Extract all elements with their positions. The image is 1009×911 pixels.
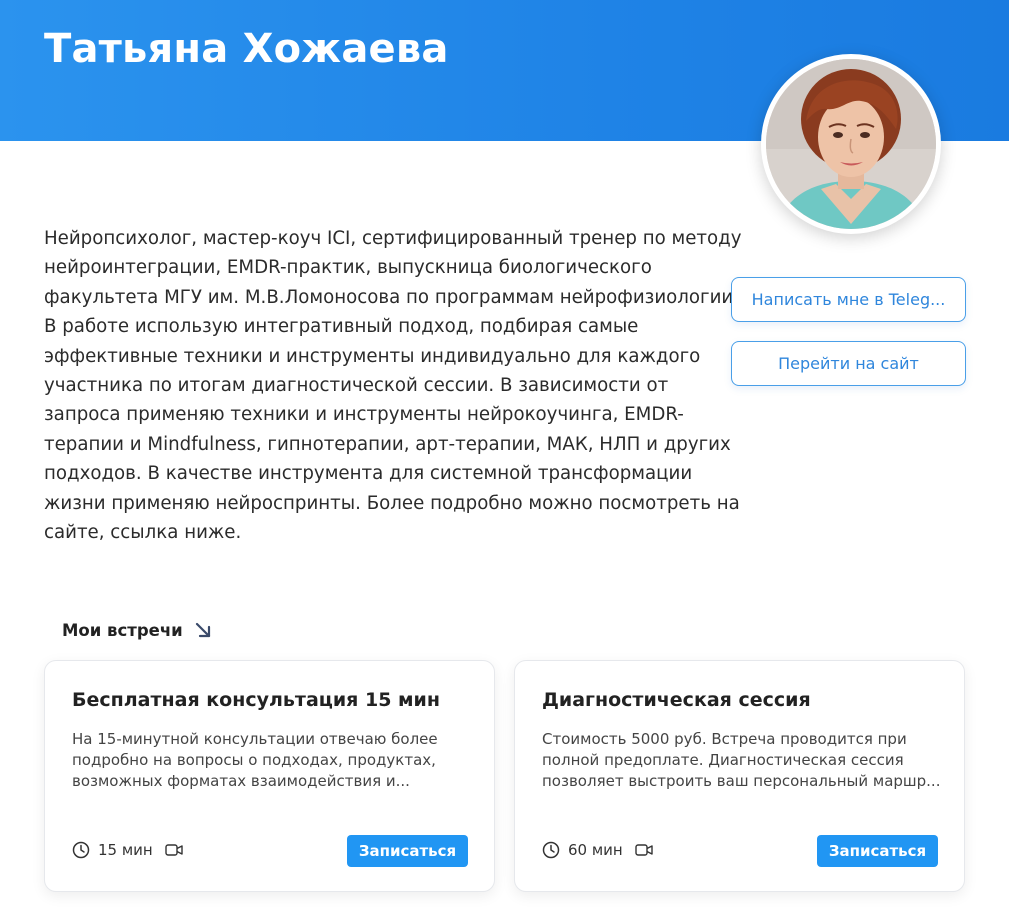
meeting-description-line: позволяет выстроить ваш персональный мар…	[542, 772, 941, 790]
meeting-card[interactable]: Бесплатная консультация 15 мин На 15-мин…	[44, 660, 495, 892]
meetings-title: Мои встречи	[62, 620, 183, 640]
clock-icon	[72, 841, 90, 859]
meeting-description: На 15-минутной консультации отвечаю боле…	[72, 729, 472, 792]
video-camera-icon	[165, 843, 183, 857]
bio-text: Нейропсихолог, мастер-коуч ICI, сертифиц…	[44, 224, 742, 547]
bio-line: факультета МГУ им. М.В.Ломоносова по про…	[44, 286, 740, 308]
bio-line: подходов. В качестве инструмента для сис…	[44, 463, 693, 485]
meeting-description-line: подробно на вопросы о подходах, продукта…	[72, 751, 436, 769]
page-title: Татьяна Хожаева	[44, 26, 449, 72]
bio-line: жизни применяю нейроспринты. Более подро…	[44, 492, 740, 514]
bio-line: эффективные техники и инструменты индиви…	[44, 345, 701, 367]
meeting-description-line: возможных форматах взаимодействия и...	[72, 772, 410, 790]
book-button[interactable]: Записаться	[347, 835, 468, 867]
bio-line: Нейропсихолог, мастер-коуч ICI, сертифиц…	[44, 228, 742, 249]
meeting-title: Бесплатная консультация 15 мин	[72, 689, 440, 711]
meetings-heading: Мои встречи	[62, 620, 213, 640]
meeting-description: Стоимость 5000 руб. Встреча проводится п…	[542, 729, 942, 792]
book-button[interactable]: Записаться	[817, 835, 938, 867]
video-camera-icon	[635, 843, 653, 857]
meeting-meta: 15 мин	[72, 841, 183, 859]
meeting-duration: 60 мин	[568, 841, 623, 859]
arrow-down-right-icon	[193, 620, 213, 640]
bio-line: участника по итогам диагностической сесс…	[44, 375, 669, 397]
bio-line: запроса применяю техники и инструменты н…	[44, 404, 684, 426]
meeting-meta: 60 мин	[542, 841, 653, 859]
clock-icon	[542, 841, 560, 859]
telegram-button[interactable]: Написать мне в Teleg...	[731, 277, 966, 322]
meeting-description-line: На 15-минутной консультации отвечаю боле…	[72, 730, 438, 748]
bio-line: нейроинтеграции, EMDR-практик, выпускниц…	[44, 257, 652, 279]
bio-line: сайте, ссылка ниже.	[44, 522, 242, 544]
meeting-title: Диагностическая сессия	[542, 689, 811, 711]
website-button[interactable]: Перейти на сайт	[731, 341, 966, 386]
meeting-description-line: полной предоплате. Диагностическая сесси…	[542, 751, 904, 769]
bio-line: В работе использую интегративный подход,…	[44, 316, 639, 338]
bio-line: терапии и Mindfulness, гипнотерапии, арт…	[44, 433, 731, 455]
meeting-duration: 15 мин	[98, 841, 153, 859]
meeting-description-line: Стоимость 5000 руб. Встреча проводится п…	[542, 730, 907, 748]
meeting-card[interactable]: Диагностическая сессия Стоимость 5000 ру…	[514, 660, 965, 892]
avatar	[761, 54, 941, 234]
